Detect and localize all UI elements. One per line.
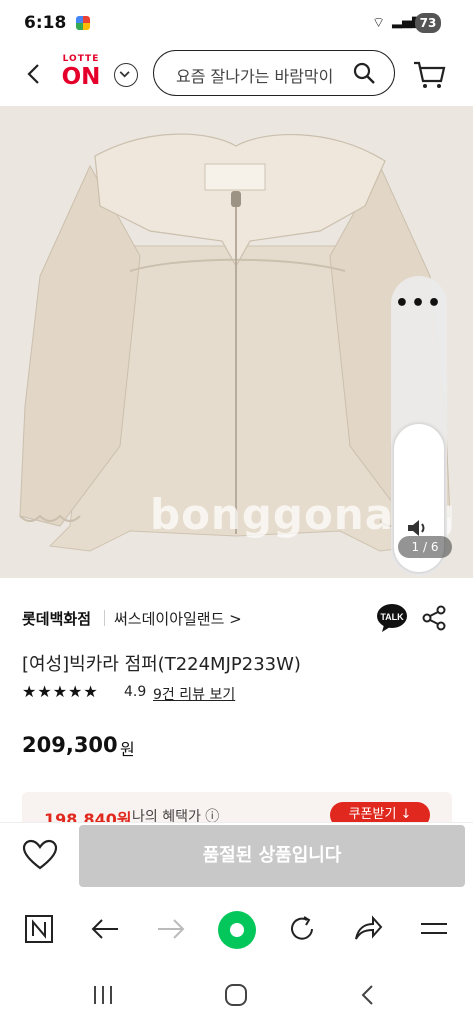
google-icon	[76, 16, 90, 30]
status-time: 6:18	[24, 13, 67, 33]
search-icon[interactable]	[352, 61, 376, 85]
coupon-label[interactable]: 나의 혜택가 ⓘ	[132, 806, 219, 822]
more-options-icon[interactable]: •••	[391, 291, 447, 316]
back-arrow-icon[interactable]	[22, 61, 48, 87]
naver-n-icon[interactable]	[24, 914, 54, 944]
search-placeholder: 요즘 잘나가는 바람막이	[176, 67, 334, 86]
purchase-bar: 품절된 상품입니다	[0, 822, 473, 893]
talk-icon[interactable]: TALK	[376, 603, 408, 633]
chevron-down-icon[interactable]	[114, 63, 138, 87]
soldout-button[interactable]: 품절된 상품입니다	[79, 825, 465, 887]
product-price: 209,300	[22, 733, 118, 757]
forward-icon[interactable]	[156, 914, 186, 944]
search-input[interactable]: 요즘 잘나가는 바람막이	[153, 50, 395, 96]
cart-icon[interactable]	[412, 60, 446, 90]
back-icon[interactable]	[90, 914, 120, 944]
talk-label: TALK	[380, 612, 404, 622]
price-currency: 원	[120, 740, 135, 759]
menu-icon[interactable]	[419, 914, 449, 944]
logo-text-on: ON	[61, 64, 101, 90]
lotte-on-logo[interactable]: LOTTE ON	[60, 54, 102, 100]
star-rating-icon: ★★★★★	[22, 682, 99, 701]
store-name[interactable]: 롯데백화점	[22, 608, 91, 629]
product-name: [여성]빅카라 점퍼(T224MJP233W)	[22, 654, 301, 675]
status-bar: 6:18 ⌔ ▂▄▆ 73	[0, 0, 473, 46]
share-icon[interactable]	[422, 605, 446, 631]
app-header: LOTTE ON 요즘 잘나가는 바람막이	[0, 46, 473, 107]
browser-toolbar	[0, 904, 473, 954]
divider	[104, 610, 105, 626]
system-back-icon[interactable]	[356, 982, 382, 1008]
floating-video-controls: •••	[391, 276, 447, 576]
wifi-icon: ⌔	[372, 15, 386, 31]
home-icon[interactable]	[223, 982, 249, 1008]
coupon-banner: 198,840원 나의 혜택가 ⓘ 쿠폰받기 ↓	[22, 792, 452, 822]
rating-value: 4.9	[124, 684, 147, 700]
reviews-link[interactable]: 9건 리뷰 보기	[153, 684, 235, 704]
coupon-button[interactable]: 쿠폰받기 ↓	[330, 802, 430, 822]
heart-icon[interactable]	[22, 839, 58, 871]
image-counter: 1 / 6	[398, 536, 452, 558]
system-nav-bar	[0, 964, 473, 1024]
share-arrow-icon[interactable]	[353, 914, 383, 944]
brand-link[interactable]: 써스데이아일랜드 >	[114, 608, 242, 629]
refresh-icon[interactable]	[287, 914, 317, 944]
recent-apps-icon[interactable]	[90, 982, 116, 1008]
product-image[interactable]: bonggonang ••• 1 / 6	[0, 106, 473, 578]
green-dot-icon[interactable]	[217, 910, 257, 950]
logo-text-lotte: LOTTE	[62, 54, 100, 64]
coupon-price: 198,840원	[44, 810, 132, 822]
battery-badge: 73	[415, 13, 441, 33]
